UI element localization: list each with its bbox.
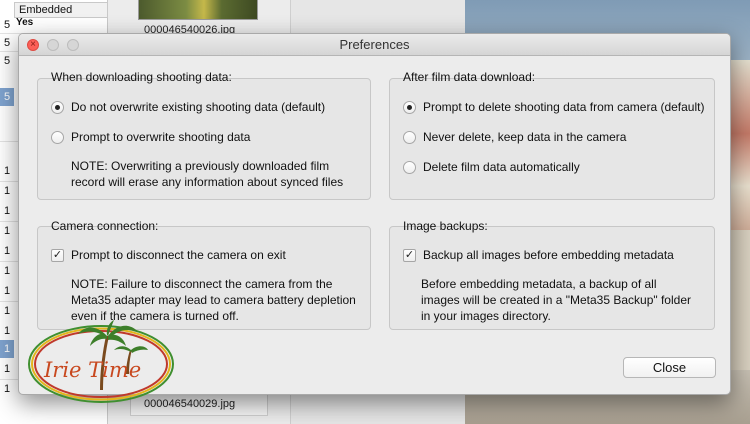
note-line: Meta35 adapter may lead to camera batter…	[71, 293, 356, 307]
note-line: images will be created in a "Meta35 Back…	[421, 293, 691, 307]
note-line: Before embedding metadata, a backup of a…	[421, 277, 657, 291]
option-label: Never delete, keep data in the camera	[423, 130, 627, 144]
radio-button[interactable]	[403, 100, 416, 114]
checkmark-icon: ✓	[404, 248, 415, 261]
note-line: NOTE: Overwriting a previously downloade…	[71, 159, 330, 173]
image-backups-group-title: Image backups:	[403, 219, 488, 233]
shooting-data-group-title: When downloading shooting data:	[51, 70, 232, 84]
window-zoom-button[interactable]	[67, 39, 79, 51]
window-close-button[interactable]: ×	[27, 39, 39, 51]
option-label: Do not overwrite existing shooting data …	[71, 100, 326, 114]
note-line: NOTE: Failure to disconnect the camera f…	[71, 277, 333, 291]
close-icon: ×	[30, 39, 36, 50]
table-row-value[interactable]: 1	[0, 262, 14, 280]
column-header-embedded[interactable]: Embedded	[14, 2, 108, 18]
option-prompt-delete[interactable]: Prompt to delete shooting data from came…	[403, 99, 704, 115]
radio-button[interactable]	[51, 130, 64, 144]
option-never-delete[interactable]: Never delete, keep data in the camera	[403, 129, 626, 145]
table-row-value[interactable]: 5	[0, 34, 14, 52]
table-row-value[interactable]: 1	[0, 302, 14, 320]
overwrite-note: NOTE: Overwriting a previously downloade…	[71, 158, 343, 190]
table-row-value[interactable]: 1	[0, 222, 14, 240]
option-label: Prompt to delete shooting data from came…	[423, 100, 705, 114]
table-row-value[interactable]: 1	[0, 380, 14, 398]
option-label: Delete film data automatically	[423, 160, 580, 174]
option-label: Backup all images before embedding metad…	[423, 248, 674, 262]
table-row-value[interactable]: 5	[0, 16, 14, 34]
option-do-not-overwrite[interactable]: Do not overwrite existing shooting data …	[51, 99, 325, 115]
option-prompt-disconnect[interactable]: ✓ Prompt to disconnect the camera on exi…	[51, 247, 286, 263]
table-row-value[interactable]: 1	[0, 282, 14, 300]
backup-note: Before embedding metadata, a backup of a…	[421, 276, 691, 324]
photo-thumbnail[interactable]	[138, 0, 258, 20]
option-prompt-overwrite[interactable]: Prompt to overwrite shooting data	[51, 129, 250, 145]
checkmark-icon: ✓	[52, 248, 63, 261]
title-bar[interactable]: Preferences ×	[19, 34, 730, 56]
option-label: Prompt to disconnect the camera on exit	[71, 248, 286, 262]
dialog-title: Preferences	[339, 37, 410, 52]
table-row-value[interactable]: 1	[0, 182, 14, 200]
table-row-value[interactable]: 1	[0, 162, 14, 180]
option-backup-images[interactable]: ✓ Backup all images before embedding met…	[403, 247, 674, 263]
table-row-value[interactable]: 1	[0, 202, 14, 220]
after-download-group-title: After film data download:	[403, 70, 536, 84]
option-label: Prompt to overwrite shooting data	[71, 130, 251, 144]
irie-time-logo: Irie Time	[26, 314, 176, 406]
camera-connection-group-title: Camera connection:	[51, 219, 159, 233]
table-row-value-selected[interactable]: 5	[0, 88, 14, 106]
window-minimize-button[interactable]	[47, 39, 59, 51]
close-button[interactable]: Close	[623, 357, 716, 378]
option-delete-automatically[interactable]: Delete film data automatically	[403, 159, 580, 175]
note-line: in your images directory.	[421, 309, 551, 323]
radio-button[interactable]	[403, 160, 416, 174]
table-row-value-selected[interactable]: 1	[0, 340, 14, 358]
note-line: record will erase any information about …	[71, 175, 344, 189]
table-row-value[interactable]: 5	[0, 52, 14, 70]
table-cell-yes: Yes	[16, 17, 34, 28]
checkbox[interactable]: ✓	[51, 248, 64, 262]
table-row-value[interactable]: 1	[0, 360, 14, 378]
checkbox[interactable]: ✓	[403, 248, 416, 262]
radio-button[interactable]	[51, 100, 64, 114]
logo-text: Irie Time	[44, 358, 142, 382]
table-row-value[interactable]: 1	[0, 242, 14, 260]
table-row-value[interactable]: 1	[0, 322, 14, 340]
radio-button[interactable]	[403, 130, 416, 144]
